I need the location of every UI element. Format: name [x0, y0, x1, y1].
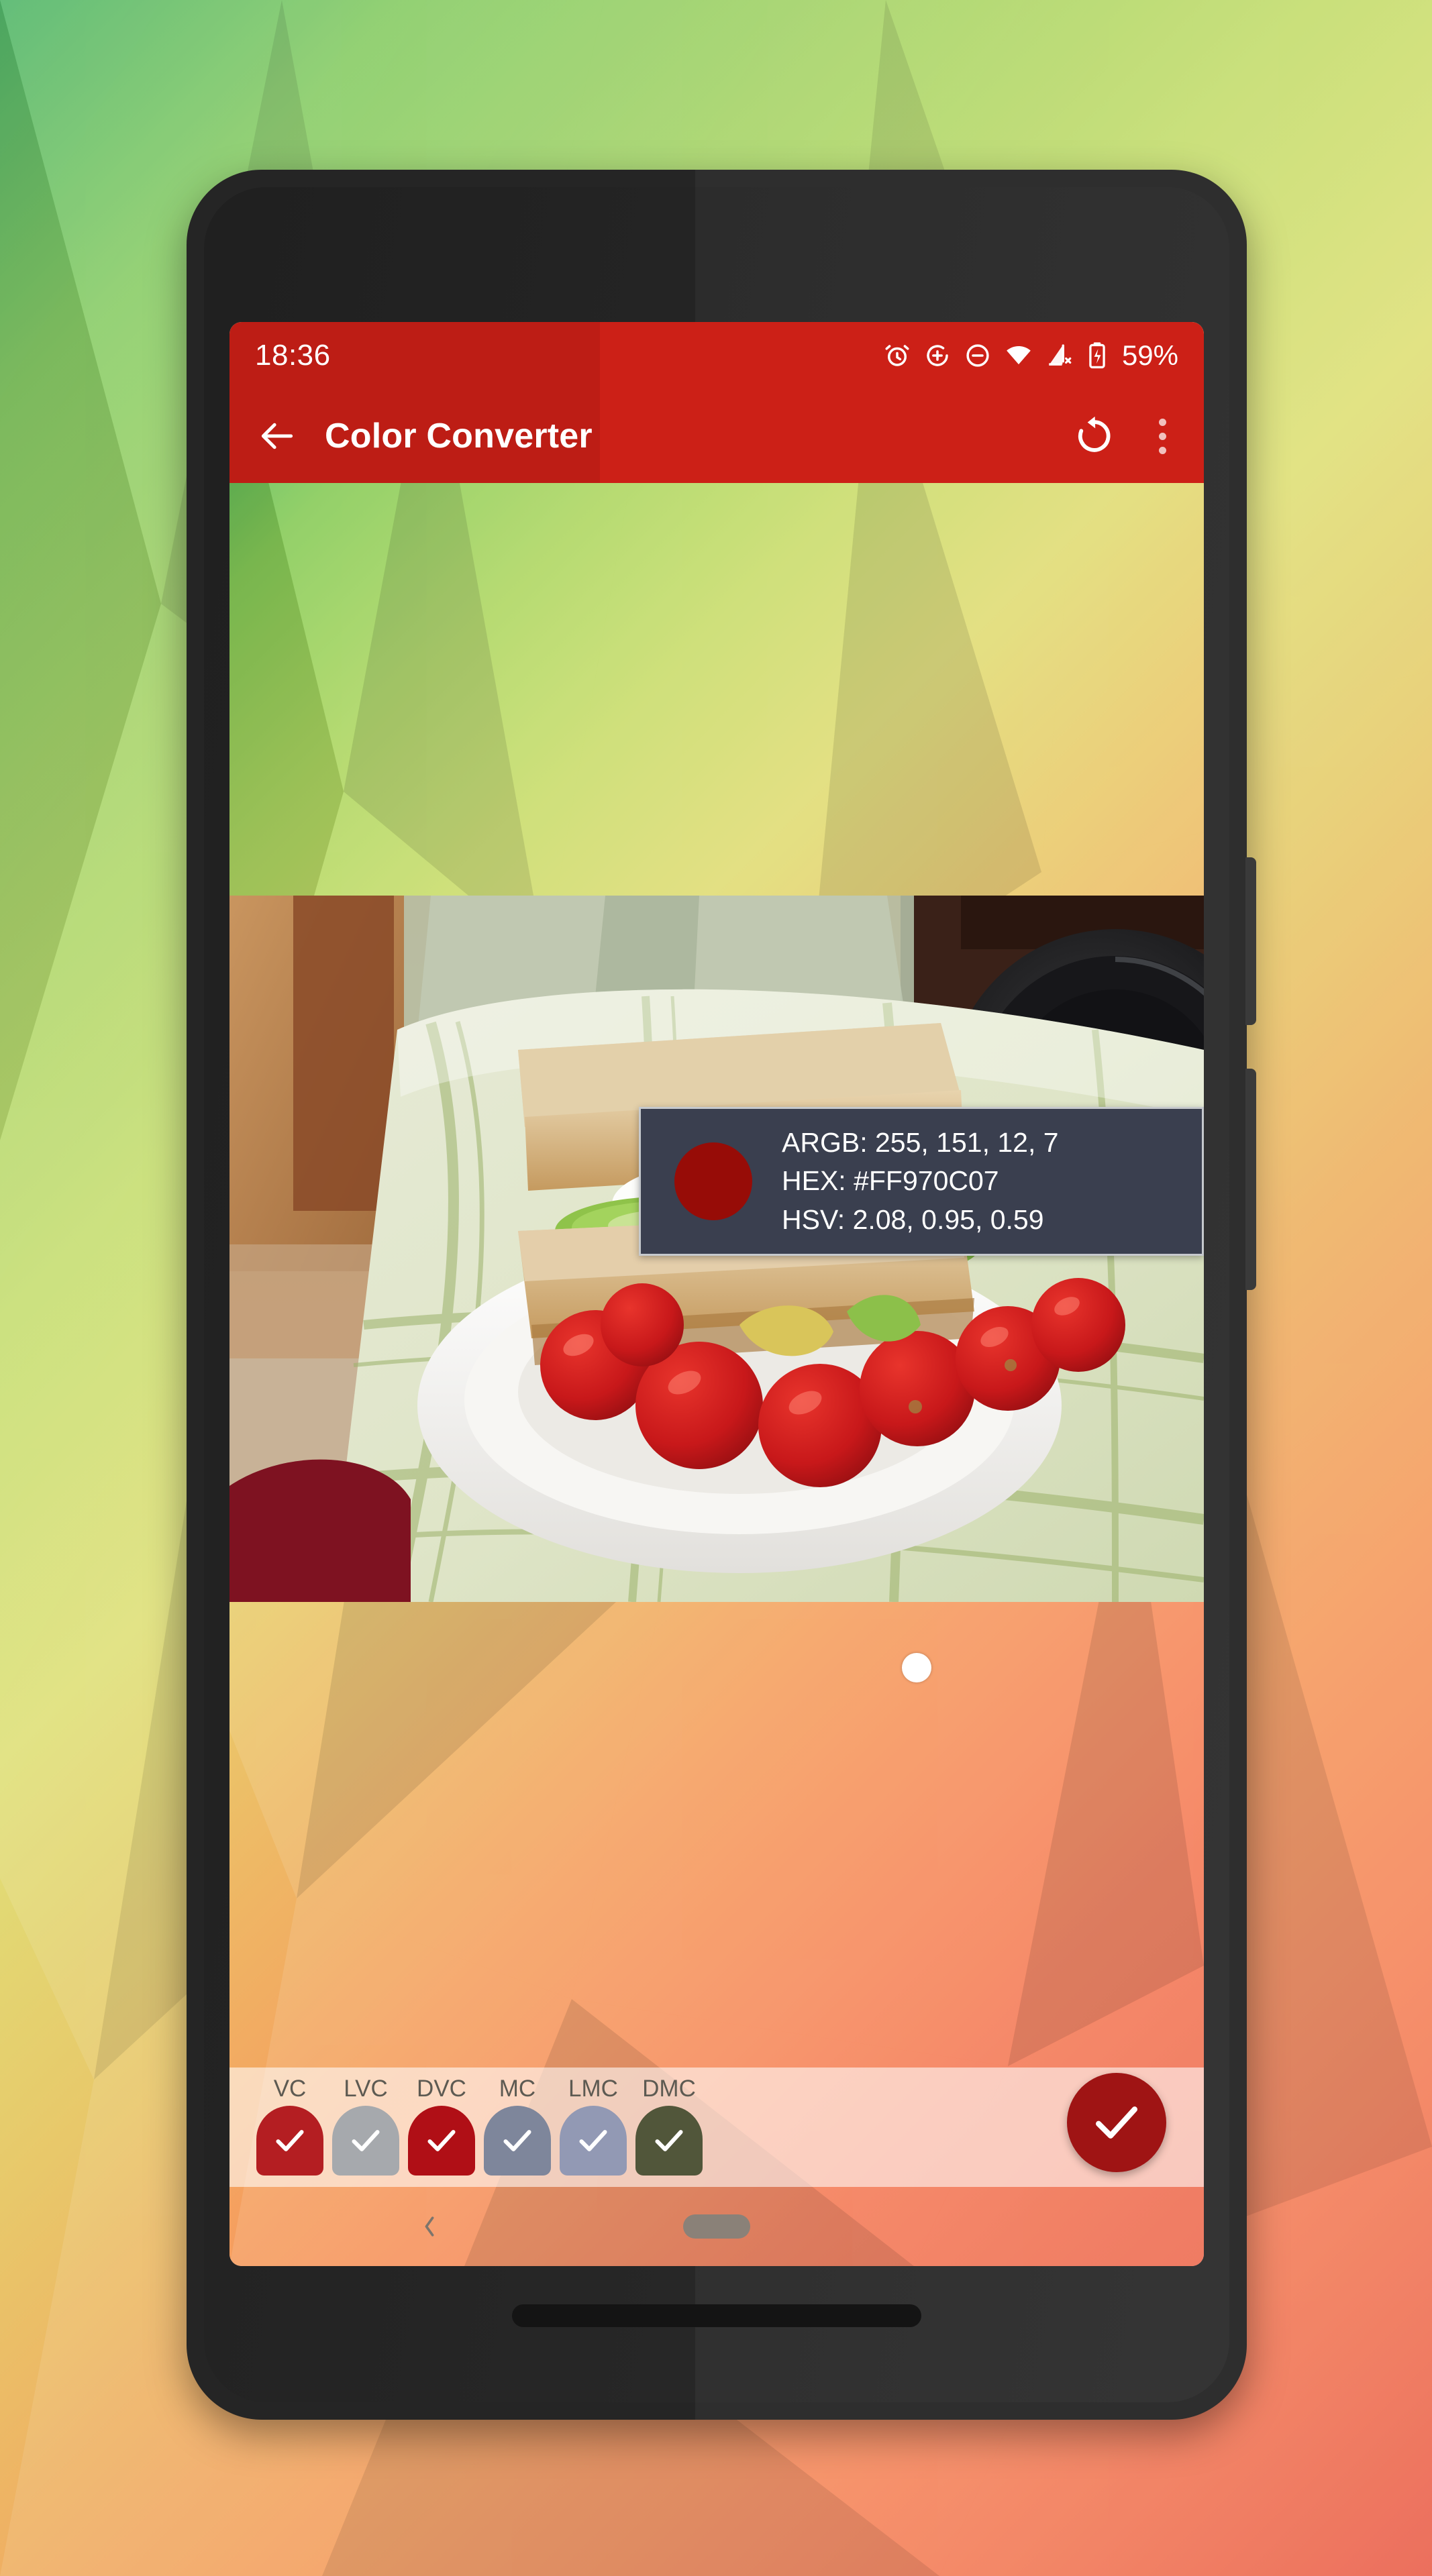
swatch-label: LVC	[344, 2076, 388, 2102]
battery-percent-label: 59%	[1121, 339, 1178, 371]
power-button[interactable]	[1245, 857, 1256, 1025]
app-bar: Color Converter	[229, 389, 1204, 483]
check-icon	[579, 2130, 607, 2151]
swatch-chip[interactable]	[560, 2106, 627, 2176]
battery-charging-icon	[1089, 342, 1105, 369]
color-info-values: ARGB: 255, 151, 12, 7 HEX: #FF970C07 HSV…	[782, 1126, 1059, 1237]
color-info-tooltip: ARGB: 255, 151, 12, 7 HEX: #FF970C07 HSV…	[639, 1107, 1204, 1256]
more-vert-icon-dot	[1158, 432, 1166, 440]
swatch-label: LMC	[568, 2076, 618, 2102]
check-icon	[503, 2130, 531, 2151]
nav-back-button[interactable]	[409, 2206, 450, 2247]
hsv-value: HSV: 2.08, 0.95, 0.59	[782, 1203, 1044, 1235]
swatch-label: VC	[273, 2076, 307, 2102]
hex-value: HEX: #FF970C07	[782, 1165, 999, 1197]
check-icon	[276, 2130, 304, 2151]
swatch-chip[interactable]	[256, 2106, 323, 2176]
overflow-menu-button[interactable]	[1143, 411, 1181, 462]
do-not-disturb-icon	[966, 344, 989, 367]
sync-disabled-icon	[927, 345, 948, 366]
app-bar-actions	[1070, 411, 1181, 462]
back-button[interactable]	[252, 411, 302, 461]
swatch-chip[interactable]	[635, 2106, 703, 2176]
more-vert-icon-dot	[1158, 446, 1166, 454]
check-icon	[427, 2130, 456, 2151]
palette-swatch-dmc[interactable]: DMC	[633, 2068, 705, 2176]
palette-swatch-lvc[interactable]: LVC	[329, 2068, 402, 2176]
check-icon	[655, 2130, 683, 2151]
rotate-left-icon	[1078, 416, 1111, 452]
palette-bottom-sheet: VC LVC DVC MC LMC DMC	[229, 2068, 1204, 2187]
swatch-label: DVC	[417, 2076, 466, 2102]
page-title: Color Converter	[325, 417, 593, 455]
confirm-fab[interactable]	[1067, 2073, 1166, 2172]
swatch-label: MC	[499, 2076, 536, 2102]
phone-screen: 18:36 59% Color Converter ARGB: 255, 151…	[229, 322, 1204, 2266]
palette-swatch-dvc[interactable]: DVC	[405, 2068, 478, 2176]
status-bar: 18:36 59%	[229, 322, 1204, 389]
nav-back-icon	[425, 2216, 434, 2237]
color-preview-swatch	[674, 1142, 752, 1220]
palette-swatch-vc[interactable]: VC	[254, 2068, 326, 2176]
volume-button[interactable]	[1245, 1069, 1256, 1290]
reset-button[interactable]	[1070, 412, 1118, 460]
swatch-chip[interactable]	[332, 2106, 399, 2176]
color-picker-marker[interactable]	[902, 1653, 931, 1682]
swatch-label: DMC	[642, 2076, 696, 2102]
arrow-back-icon	[261, 423, 293, 449]
android-navigation-bar	[229, 2187, 1204, 2266]
cellular-off-icon	[1049, 344, 1072, 366]
more-vert-icon-dot	[1158, 418, 1166, 426]
palette-swatch-mc[interactable]: MC	[481, 2068, 554, 2176]
swatch-chip[interactable]	[408, 2106, 475, 2176]
check-icon	[352, 2130, 380, 2151]
wifi-icon	[1007, 346, 1031, 365]
palette-swatch-row: VC LVC DVC MC LMC DMC	[242, 2068, 705, 2176]
swatch-chip[interactable]	[484, 2106, 551, 2176]
status-bar-clock: 18:36	[255, 339, 331, 372]
palette-swatch-lmc[interactable]: LMC	[557, 2068, 629, 2176]
status-bar-icons: 59%	[883, 339, 1178, 372]
alarm-icon	[885, 345, 909, 366]
argb-value: ARGB: 255, 151, 12, 7	[782, 1127, 1059, 1159]
bottom-speaker	[512, 2304, 921, 2327]
check-icon	[1096, 2106, 1137, 2139]
nav-home-pill[interactable]	[683, 2214, 750, 2239]
